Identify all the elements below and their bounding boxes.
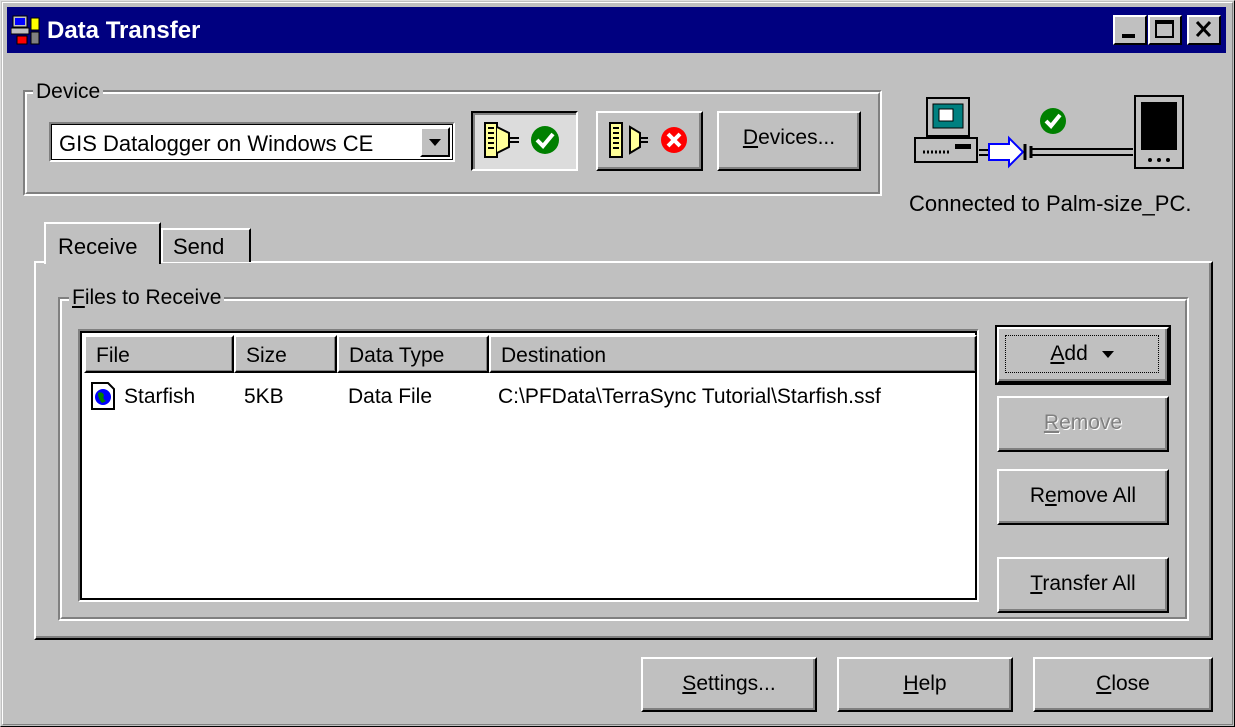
minimize-icon [1122,34,1135,38]
transfer-all-button[interactable]: Transfer All [997,557,1169,613]
tab-receive[interactable]: Receive [44,222,161,264]
maximize-button[interactable] [1148,15,1182,45]
title-bar[interactable]: Data Transfer [7,7,1226,53]
connection-status-text: Connected to Palm-size_PC. [909,191,1192,216]
disconnect-button[interactable] [596,111,703,171]
settings-button[interactable]: Settings... [641,657,817,712]
column-header-destination[interactable]: Destination [489,335,977,373]
device-group-label: Device [33,80,104,104]
close-icon [1195,20,1212,38]
row-data-type: Data File [348,385,433,408]
row-destination: C:\PFData\TerraSync Tutorial\Starfish.ss… [498,385,881,408]
data-file-icon [91,382,115,410]
disconnect-plug-icon [608,122,687,158]
close-window-button[interactable] [1187,15,1221,45]
column-header-data-type[interactable]: Data Type [337,335,489,373]
device-select-value: GIS Datalogger on Windows CE [59,131,374,156]
tab-send[interactable]: Send [161,228,251,262]
close-button[interactable]: Close [1033,657,1213,712]
files-list[interactable]: File Size Data Type Destination Starfish… [78,329,979,602]
connect-plug-icon [483,122,559,158]
connection-status-icon [914,95,1184,169]
add-button[interactable]: Add [995,325,1171,385]
device-dropdown-arrow[interactable] [420,127,450,157]
row-size: 5KB [244,385,284,408]
column-header-size[interactable]: Size [234,335,337,373]
help-button[interactable]: Help [837,657,1013,712]
remove-all-button[interactable]: Remove All [997,469,1169,525]
devices-button[interactable]: Devices... [717,111,861,171]
connect-button[interactable] [471,111,578,171]
data-transfer-app-icon [11,15,40,45]
data-transfer-window: Data Transfer Device GIS Datalogger on W… [0,0,1235,727]
row-file-name: Starfish [124,385,196,408]
window-title: Data Transfer [47,17,201,44]
files-to-receive-label: Files to Receive [69,286,225,310]
chevron-down-icon [429,139,441,146]
maximize-icon [1155,20,1174,38]
device-select[interactable]: GIS Datalogger on Windows CE [49,122,455,162]
minimize-button[interactable] [1113,15,1147,45]
column-header-file[interactable]: File [84,335,234,373]
remove-button[interactable]: Remove [997,396,1169,452]
